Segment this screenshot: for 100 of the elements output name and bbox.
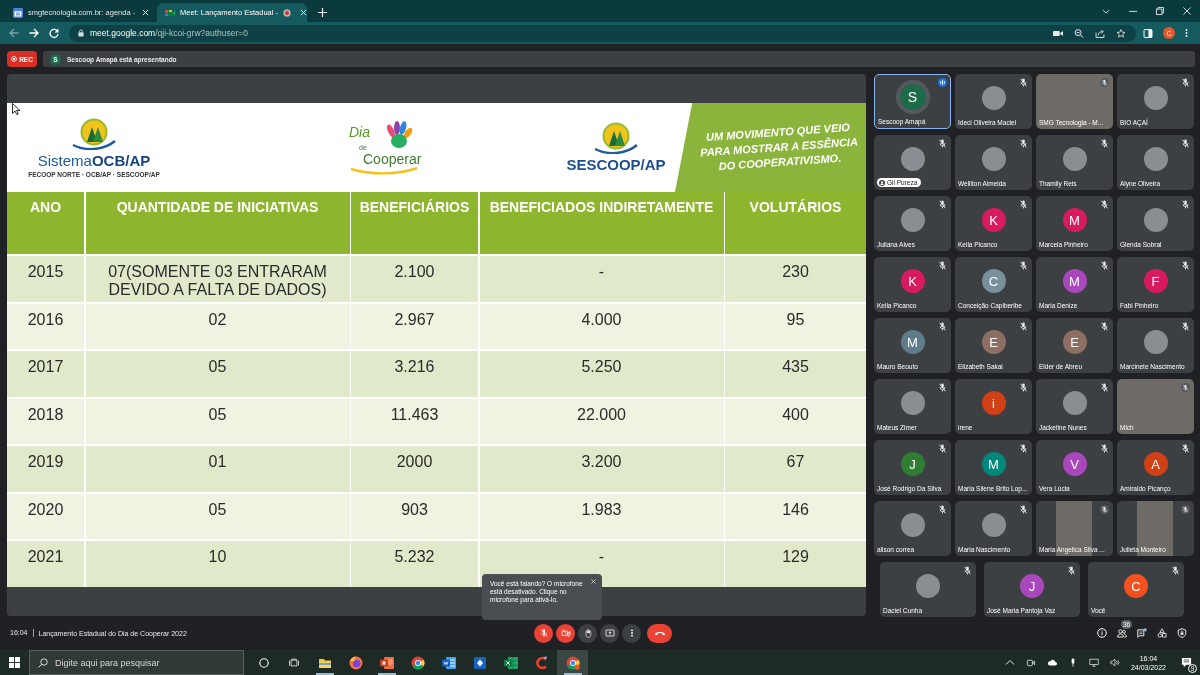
more-vert-icon[interactable] (1185, 28, 1188, 38)
logo-text: Dia (349, 124, 370, 140)
close-icon[interactable] (591, 579, 596, 584)
avatar-photo-placeholder (1143, 330, 1168, 354)
table-cell: 2020 (7, 493, 84, 540)
table-cell: 02 (85, 303, 350, 350)
phone-hangup-icon (653, 629, 666, 637)
forward-arrow-icon[interactable] (29, 28, 39, 38)
avatar-initial: S (895, 80, 930, 114)
column-header: VOLUTÁRIOS (725, 192, 866, 254)
info-icon[interactable] (1097, 628, 1107, 638)
avatar-photo-placeholder (1143, 208, 1168, 232)
chevron-down-icon[interactable] (1102, 8, 1110, 14)
table-cell: 2018 (7, 398, 84, 445)
ring-app-icon (565, 655, 580, 670)
windows-logo-icon[interactable] (9, 657, 20, 668)
circle-icon[interactable] (259, 657, 269, 668)
avatar-initial: C (981, 269, 1006, 293)
more-options-button[interactable] (622, 623, 641, 643)
speaker-icon[interactable] (1109, 658, 1120, 667)
video-camera-icon[interactable] (1053, 28, 1063, 38)
avatar-photo-placeholder (981, 86, 1006, 110)
avatar-initial: C (1124, 574, 1148, 598)
url-text[interactable]: meet.google.com/qji-kcoi-grw?authuser=0 (90, 28, 249, 38)
slogan-text: UM MOVIMENTO QUE VEIO PARA MOSTRAR A ESSÊNCIA DO COOPERATIVISMO. (698, 120, 859, 175)
slides-app-icon (379, 655, 394, 670)
chat-icon[interactable] (1137, 628, 1147, 638)
calendar-favicon-icon (13, 7, 23, 18)
avatar-initial: M (1062, 208, 1087, 232)
avatar-initial: F (1143, 269, 1168, 293)
microphone-button[interactable] (534, 623, 553, 643)
plus-icon[interactable] (318, 8, 327, 17)
video-camera-icon[interactable] (1025, 658, 1036, 667)
avatar-initial: M (981, 452, 1006, 476)
shield-icon[interactable] (1177, 628, 1187, 638)
avatar-photo-placeholder (1062, 391, 1087, 415)
avatar-photo-placeholder (900, 147, 925, 171)
taskbar-button[interactable] (557, 650, 588, 675)
table-cell: 67 (725, 446, 866, 492)
avatar-initial: E (981, 330, 1006, 354)
table-cell: 07(SOMENTE 03 ENTRARAM DEVIDO A FALTA DE DADOS) (85, 256, 350, 302)
avatar-initial: J (1020, 574, 1044, 598)
table-cell: 129 (725, 541, 866, 587)
table-cell: 11.463 (351, 398, 478, 445)
chevron-up-icon[interactable] (1004, 658, 1015, 667)
close-icon[interactable] (300, 9, 307, 16)
table-cell: 05 (85, 493, 350, 540)
network-monitor-icon[interactable] (1088, 658, 1099, 667)
cloud-icon[interactable] (1046, 658, 1057, 667)
leave-call-button[interactable] (647, 623, 672, 643)
avatar-initial: E (1062, 330, 1087, 354)
camera-button[interactable] (556, 623, 575, 643)
star-icon[interactable] (1116, 28, 1126, 38)
logo-text: SistemaOCB/AP (37, 151, 151, 169)
shapes-icon[interactable] (1157, 628, 1167, 638)
table-cell: 400 (725, 398, 866, 445)
side-panel-icon[interactable] (1143, 28, 1153, 38)
notification-icon[interactable] (1181, 657, 1192, 668)
table-cell: 2.967 (351, 303, 478, 350)
avatar-photo-placeholder (916, 574, 940, 598)
column-header: QUANTIDADE DE INICIATIVAS (85, 192, 350, 254)
avatar-photo-placeholder (900, 513, 925, 537)
restore-icon[interactable] (1156, 7, 1164, 15)
avatar-photo-placeholder (1062, 147, 1087, 171)
close-icon[interactable] (1183, 7, 1191, 15)
table-cell: 2000 (351, 446, 478, 492)
table-cell: 5.232 (351, 541, 478, 587)
column-header: BENEFICIADOS INDIRETAMENTE (479, 192, 724, 254)
present-button[interactable] (600, 623, 619, 643)
camera-off-icon (560, 628, 571, 638)
avatar-initial: K (900, 269, 925, 293)
close-icon[interactable] (142, 9, 149, 16)
logo-text: Cooperar (362, 150, 422, 167)
table-cell: 01 (85, 446, 350, 492)
back-arrow-icon[interactable] (9, 28, 19, 38)
avatar-initial: M (900, 330, 925, 354)
share-icon[interactable] (1095, 28, 1105, 38)
table-cell: 435 (725, 351, 866, 397)
table-cell: 10 (85, 541, 350, 587)
avatar-initial: J (900, 452, 925, 476)
video-placeholder (1137, 501, 1173, 556)
logo-text: SESCOOP/AP (566, 156, 666, 173)
reload-icon[interactable] (49, 28, 59, 38)
table-cell: 2.100 (351, 256, 478, 302)
record-icon (11, 56, 18, 62)
raise-hand-button[interactable] (578, 623, 597, 643)
swoosh-icon (349, 166, 419, 175)
people-icon[interactable] (1117, 628, 1127, 638)
task-view-icon[interactable] (289, 657, 299, 668)
table-cell: 2019 (7, 446, 84, 492)
zoom-out-icon[interactable] (1074, 28, 1084, 38)
search-icon (38, 657, 48, 668)
table-cell: 2016 (7, 303, 84, 350)
search-field[interactable]: Digite aqui para pesquisar (29, 650, 244, 675)
table-cell: 4.000 (479, 303, 724, 350)
address-bar[interactable]: meet.google.com/qji-kcoi-grw?authuser=0 (69, 24, 1136, 42)
table-cell: 146 (725, 493, 866, 540)
table-cell: 05 (85, 398, 350, 445)
table-cell: - (479, 256, 724, 302)
document-app-icon (441, 655, 456, 670)
